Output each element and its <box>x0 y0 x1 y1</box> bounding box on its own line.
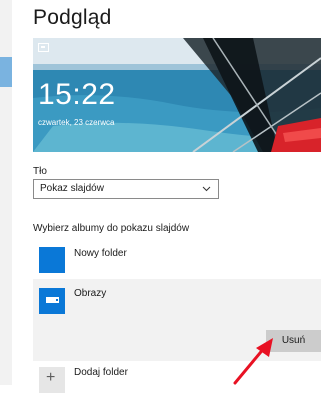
add-folder-label: Dodaj folder <box>74 367 128 378</box>
folder-icon <box>46 297 59 303</box>
annotation-arrow <box>233 338 273 385</box>
background-label: Tło <box>33 166 47 177</box>
background-dropdown-value: Pokaz slajdów <box>40 183 104 194</box>
background-dropdown[interactable]: Pokaz slajdów <box>33 179 219 199</box>
chevron-down-icon <box>202 186 211 192</box>
albums-label: Wybierz albumy do pokazu slajdów <box>33 223 190 234</box>
album-item-nowy-folder[interactable]: Nowy folder <box>33 244 321 274</box>
nav-selection-indicator <box>0 57 12 87</box>
album-name: Nowy folder <box>74 248 127 259</box>
preview-date: czwartek, 23 czerwca <box>38 118 115 127</box>
album-name: Obrazy <box>74 288 107 299</box>
preview-time: 15:22 <box>38 78 116 111</box>
page-title: Podgląd <box>33 6 112 29</box>
add-tile: + <box>39 367 65 393</box>
add-folder-button[interactable]: + Dodaj folder <box>33 365 233 393</box>
album-tile <box>39 288 65 314</box>
album-tile <box>39 247 65 273</box>
slideshow-icon <box>38 43 49 52</box>
lock-screen-preview: 15:22 czwartek, 23 czerwca <box>33 38 321 152</box>
plus-icon: + <box>46 369 56 386</box>
